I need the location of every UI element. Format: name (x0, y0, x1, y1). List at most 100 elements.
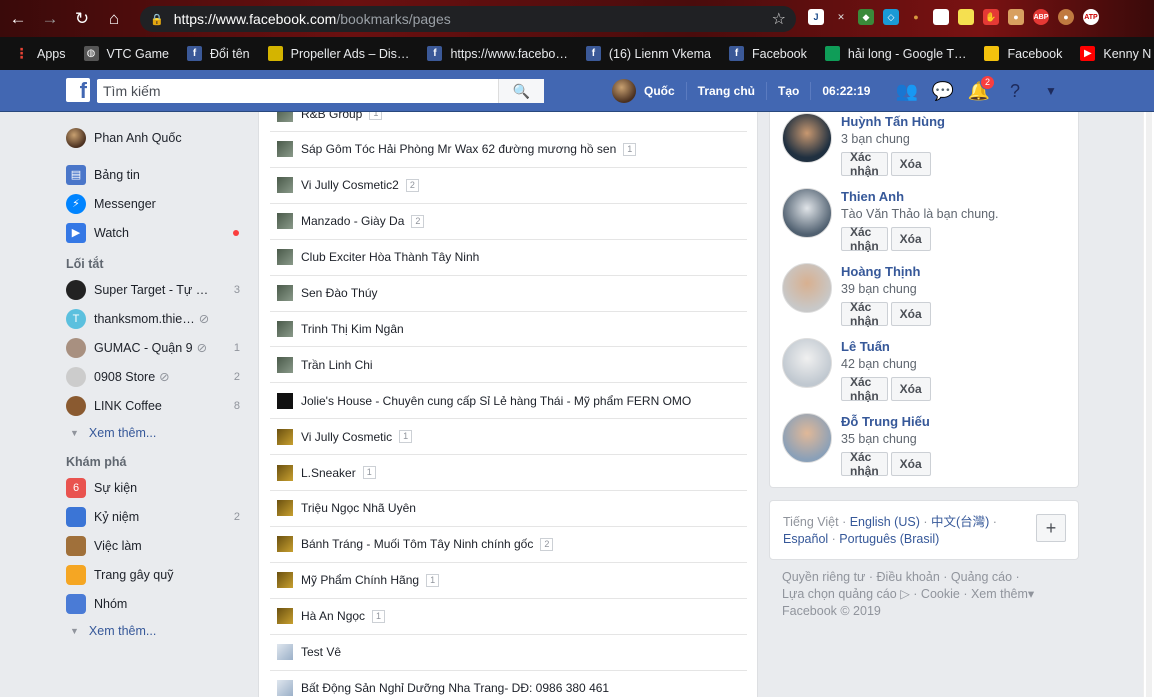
page-row[interactable]: Club Exciter Hòa Thành Tây Ninh (270, 240, 747, 276)
extension-icon[interactable]: ◆ (858, 9, 874, 25)
footer-terms-link[interactable]: Điều khoản (877, 570, 940, 584)
page-row[interactable]: Hà An Ngọc 1 (270, 599, 747, 635)
page-row[interactable]: Bất Động Sản Nghỉ Dưỡng Nha Trang- DĐ: 0… (270, 670, 747, 697)
page-name[interactable]: Triệu Ngọc Nhã Uyên (301, 501, 416, 515)
bookmark-item[interactable]: Facebook (984, 46, 1062, 61)
page-row[interactable]: Trinh Thị Kim Ngân (270, 311, 747, 348)
extension-icon[interactable]: ◇ (883, 9, 899, 25)
page-name[interactable]: Test Vê (301, 645, 341, 659)
confirm-button[interactable]: Xác nhận (841, 225, 888, 253)
scrollbar-thumb[interactable] (1146, 112, 1152, 697)
footer-ads-link[interactable]: Quảng cáo (951, 570, 1012, 584)
confirm-button[interactable]: Xác nhận (841, 150, 888, 178)
extension-icon[interactable]: ✕ (833, 9, 849, 25)
page-row[interactable]: Bánh Tráng - Muối Tôm Tây Ninh chính gốc… (270, 527, 747, 563)
page-name[interactable]: R&B Group (301, 112, 362, 121)
adblock-icon[interactable]: ABP (1033, 9, 1049, 25)
explore-item[interactable]: Việc làm (60, 531, 250, 560)
messenger-icon[interactable]: 💬 (931, 79, 955, 103)
search-input[interactable] (97, 80, 497, 102)
page-name[interactable]: Sáp Gôm Tóc Hải Phòng Mr Wax 62 đường mư… (301, 142, 616, 156)
shortcut-item[interactable]: Tthanksmom.thie… ⊘ (60, 304, 250, 333)
explore-item[interactable]: Kỷ niệm 2 (60, 502, 250, 531)
scrollbar[interactable] (1143, 112, 1154, 697)
page-row[interactable]: Test Vê (270, 635, 747, 671)
shortcut-item[interactable]: LINK Coffee 8 (60, 391, 250, 420)
shortcut-item[interactable]: GUMAC - Quận 9 ⊘ 1 (60, 333, 250, 362)
bookmark-item[interactable]: ⋮ Apps (14, 45, 66, 61)
see-more-shortcuts-link[interactable]: ▼ Xem thêm... (60, 420, 250, 445)
bookmark-item[interactable]: ◍ VTC Game (83, 46, 169, 61)
page-row[interactable]: L.Sneaker 1 (270, 455, 747, 491)
page-row[interactable]: Trần Linh Chi (270, 347, 747, 384)
extension-icon[interactable]: ● (1008, 9, 1024, 25)
friend-avatar[interactable] (782, 188, 832, 238)
friend-requests-icon[interactable]: 👥 (895, 79, 919, 103)
language-spanish[interactable]: Español (783, 532, 828, 546)
friend-name[interactable]: Đỗ Trung Hiếu (841, 414, 930, 429)
page-name[interactable]: Hà An Ngọc (301, 609, 365, 623)
page-row[interactable]: Vi Jully Cosmetic 1 (270, 419, 747, 456)
page-name[interactable]: Mỹ Phẩm Chính Hãng (301, 573, 419, 587)
home-link[interactable]: Trang chủ (687, 82, 768, 100)
shortcut-item[interactable]: Super Target - Tự … 3 (60, 275, 250, 304)
page-name[interactable]: Sen Đào Thúy (301, 286, 378, 300)
page-name[interactable]: Bánh Tráng - Muối Tôm Tây Ninh chính gốc (301, 537, 533, 551)
notifications-bell-icon[interactable]: 🔔 2 (967, 75, 995, 103)
facebook-logo-icon[interactable]: f (66, 78, 90, 102)
extension-icon[interactable] (933, 9, 949, 25)
page-name[interactable]: Bất Động Sản Nghỉ Dưỡng Nha Trang- DĐ: 0… (301, 681, 609, 695)
explore-item[interactable]: Nhóm (60, 589, 250, 618)
explore-item[interactable]: 6 Sự kiện (60, 473, 250, 502)
page-name[interactable]: Jolie's House - Chuyên cung cấp Sỉ Lẻ hà… (301, 394, 691, 408)
bookmark-item[interactable]: hải long - Google T… (824, 46, 966, 61)
page-row[interactable]: Sáp Gôm Tóc Hải Phòng Mr Wax 62 đường mư… (270, 132, 747, 168)
bookmark-item[interactable]: Propeller Ads – Dis… (267, 46, 409, 61)
page-row[interactable]: Vi Jully Cosmetic2 2 (270, 168, 747, 204)
shortcut-item[interactable]: 0908 Store ⊘ 2 (60, 362, 250, 391)
bookmark-star-icon[interactable]: ☆ (772, 9, 786, 29)
bookmark-item[interactable]: ▶ Kenny N - YouTub (1080, 46, 1154, 61)
see-more-explore-link[interactable]: ▼ Xem thêm... (60, 618, 250, 643)
page-name[interactable]: Vi Jully Cosmetic2 (301, 178, 399, 192)
page-row[interactable]: Mỹ Phẩm Chính Hãng 1 (270, 563, 747, 599)
sidebar-item-news-feed[interactable]: ▤ Bảng tin (60, 160, 250, 189)
page-name[interactable]: Trần Linh Chi (301, 358, 373, 372)
bookmark-item[interactable]: f (16) Lienm Vkema (585, 46, 711, 61)
delete-button[interactable]: Xóa (890, 152, 931, 176)
friend-avatar[interactable] (782, 413, 832, 463)
user-profile-link[interactable]: Phan Anh Quốc (60, 122, 250, 154)
friend-name[interactable]: Lê Tuấn (841, 339, 890, 354)
friend-avatar[interactable] (782, 263, 832, 313)
sidebar-item-messenger[interactable]: ⚡ Messenger (60, 189, 250, 218)
help-icon[interactable]: ? (1003, 79, 1027, 103)
profile-avatar[interactable] (612, 79, 636, 103)
friend-name[interactable]: Thien Anh (841, 189, 904, 204)
delete-button[interactable]: Xóa (890, 227, 931, 251)
page-name[interactable]: Vi Jully Cosmetic (301, 430, 392, 444)
footer-cookie-link[interactable]: Cookie (921, 587, 960, 601)
explore-item[interactable]: Trang gây quỹ (60, 560, 250, 589)
confirm-button[interactable]: Xác nhận (841, 450, 888, 478)
language-portuguese[interactable]: Português (Brasil) (839, 532, 939, 546)
extension-icon[interactable]: ● (908, 9, 924, 25)
delete-button[interactable]: Xóa (890, 452, 931, 476)
page-row[interactable]: Triệu Ngọc Nhã Uyên (270, 491, 747, 527)
extension-icon[interactable]: ATP (1083, 9, 1099, 25)
bookmark-item[interactable]: f https://www.facebo… (427, 46, 568, 61)
page-name[interactable]: Club Exciter Hòa Thành Tây Ninh (301, 250, 479, 264)
address-bar[interactable]: 🔒 https://www.facebook.com/bookmarks/pag… (140, 6, 796, 32)
friend-avatar[interactable] (782, 338, 832, 388)
page-row[interactable]: Manzado - Giày Da 2 (270, 204, 747, 240)
page-name[interactable]: Manzado - Giày Da (301, 214, 404, 228)
home-icon[interactable]: ⌂ (100, 5, 128, 33)
extension-icon[interactable] (958, 9, 974, 25)
forward-arrow-icon[interactable]: → (36, 5, 64, 33)
delete-button[interactable]: Xóa (890, 302, 931, 326)
confirm-button[interactable]: Xác nhận (841, 300, 888, 328)
language-english[interactable]: English (US) (850, 515, 920, 529)
extension-icon[interactable]: ✋ (983, 9, 999, 25)
confirm-button[interactable]: Xác nhận (841, 375, 888, 403)
friend-name[interactable]: Huỳnh Tấn Hùng (841, 114, 945, 129)
search-button[interactable]: 🔍 (498, 79, 544, 103)
